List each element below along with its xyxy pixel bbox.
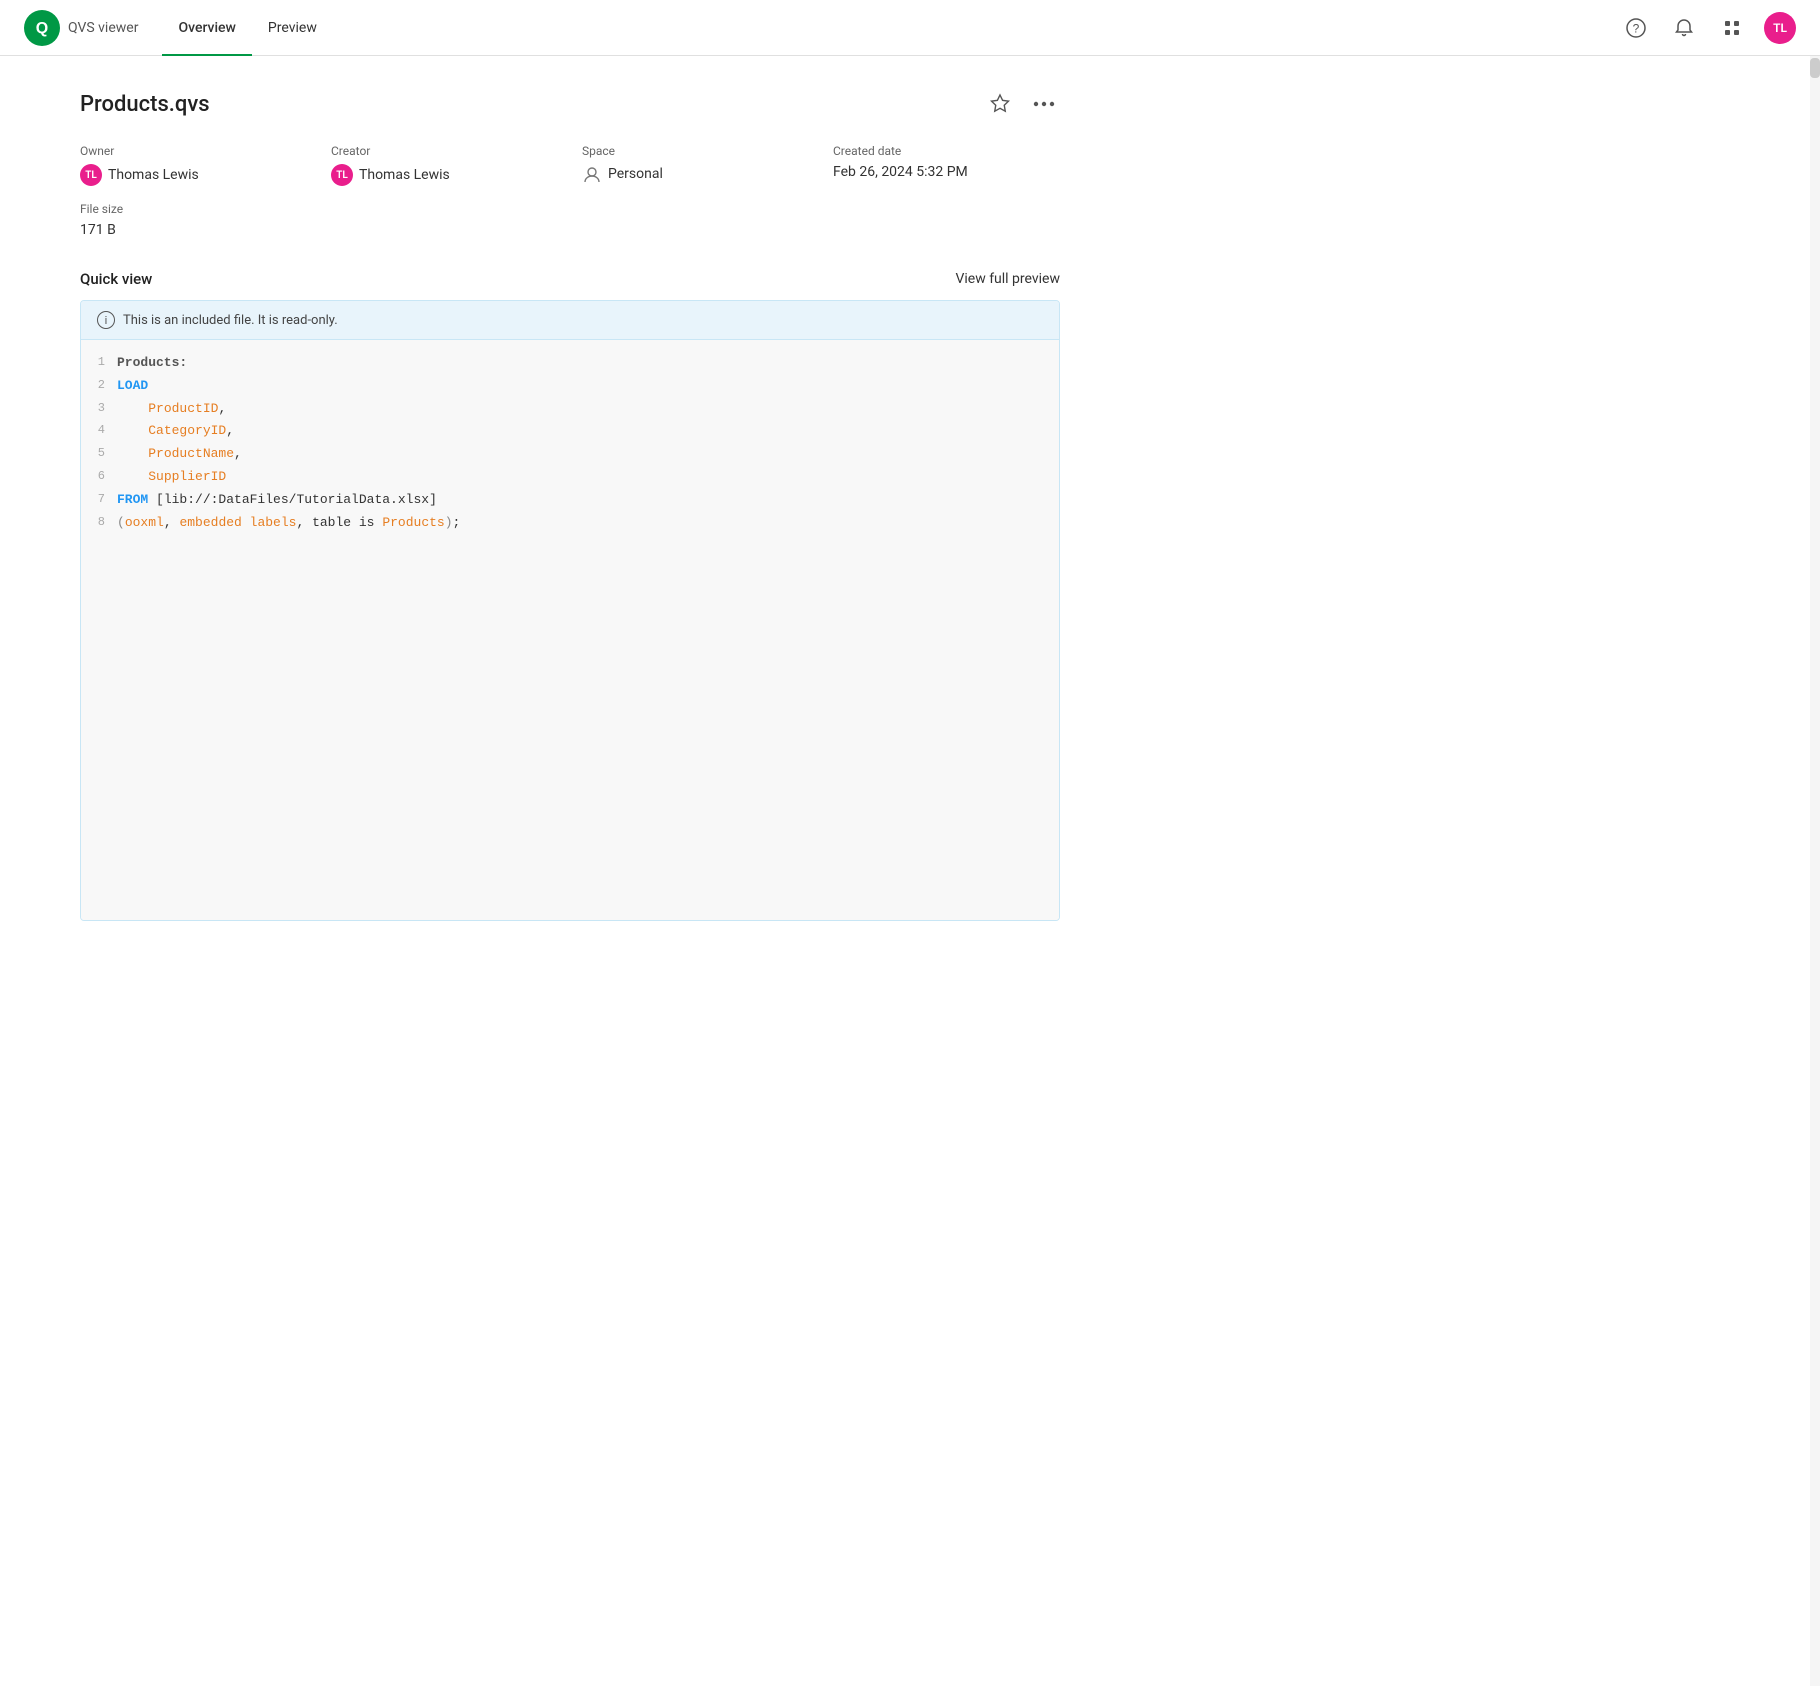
more-options-button[interactable] [1028,88,1060,120]
metadata-grid: Owner TL Thomas Lewis Creator TL Thomas … [80,144,1060,186]
title-row: Products.qvs [80,88,1060,120]
scrollbar-thumb[interactable] [1810,58,1820,78]
line-num-7: 7 [81,490,117,509]
code-line-4: 4 CategoryID, [81,420,1059,443]
code-line-7: 7 FROM [lib://:DataFiles/TutorialData.xl… [81,489,1059,512]
space-value: Personal [582,164,809,184]
meta-created: Created date Feb 26, 2024 5:32 PM [833,144,1060,186]
logo-area: Q QVS viewer [24,10,138,46]
meta-owner: Owner TL Thomas Lewis [80,144,307,186]
readonly-banner: i This is an included file. It is read-o… [81,301,1059,340]
space-name: Personal [608,166,663,182]
star-button[interactable] [984,88,1016,120]
meta-creator: Creator TL Thomas Lewis [331,144,558,186]
svg-text:?: ? [1633,21,1640,35]
help-button[interactable]: ? [1620,12,1652,44]
view-full-preview-link[interactable]: View full preview [955,271,1060,287]
qlik-logo-icon: Q [24,10,60,46]
owner-label: Owner [80,144,307,158]
meta-space: Space Personal [582,144,809,186]
line-num-2: 2 [81,376,117,395]
star-icon [989,93,1011,115]
line-content-7: FROM [lib://:DataFiles/TutorialData.xlsx… [117,490,1059,511]
code-line-6: 6 SupplierID [81,466,1059,489]
line-num-4: 4 [81,421,117,440]
code-viewer: i This is an included file. It is read-o… [80,300,1060,921]
created-value: Feb 26, 2024 5:32 PM [833,164,1060,180]
code-line-8: 8 (ooxml, embedded labels, table is Prod… [81,512,1059,535]
app-header: Q QVS viewer Overview Preview ? [0,0,1820,56]
line-content-1: Products: [117,353,1059,374]
line-content-2: LOAD [117,376,1059,397]
line-num-3: 3 [81,399,117,418]
more-icon [1033,101,1055,107]
created-label: Created date [833,144,1060,158]
creator-avatar: TL [331,164,353,186]
line-content-6: SupplierID [117,467,1059,488]
help-icon: ? [1626,18,1646,38]
grid-menu-button[interactable] [1716,12,1748,44]
line-num-8: 8 [81,513,117,532]
code-line-3: 3 ProductID, [81,398,1059,421]
tab-overview[interactable]: Overview [162,0,251,56]
code-line-5: 5 ProductName, [81,443,1059,466]
notifications-button[interactable] [1668,12,1700,44]
line-num-1: 1 [81,353,117,372]
readonly-text: This is an included file. It is read-onl… [123,313,338,328]
file-size-section: File size 171 B [80,202,1060,238]
owner-avatar: TL [80,164,102,186]
filesize-text: 171 B [80,222,116,238]
grid-icon [1722,18,1742,38]
quick-view-label: Quick view [80,270,152,288]
filesize-value: 171 B [80,222,1060,238]
line-content-4: CategoryID, [117,421,1059,442]
page-title: Products.qvs [80,92,210,117]
title-actions [984,88,1060,120]
line-num-5: 5 [81,444,117,463]
user-avatar[interactable]: TL [1764,12,1796,44]
owner-value: TL Thomas Lewis [80,164,307,186]
code-area: 1 Products: 2 LOAD 3 ProductID, 4 Catego… [81,340,1059,920]
header-icon-group: ? TL [1620,12,1796,44]
line-num-6: 6 [81,467,117,486]
tab-preview[interactable]: Preview [252,0,333,56]
code-line-2: 2 LOAD [81,375,1059,398]
scrollbar-track[interactable] [1810,56,1820,1686]
app-name-label: QVS viewer [68,20,138,36]
info-icon: i [97,311,115,329]
main-nav: Overview Preview [162,0,332,55]
owner-name: Thomas Lewis [108,167,199,183]
space-icon [582,164,602,184]
svg-text:Q: Q [36,20,48,37]
line-content-5: ProductName, [117,444,1059,465]
filesize-label: File size [80,202,1060,216]
created-date: Feb 26, 2024 5:32 PM [833,164,968,180]
bell-icon [1674,18,1694,38]
creator-label: Creator [331,144,558,158]
line-content-8: (ooxml, embedded labels, table is Produc… [117,513,1059,534]
line-content-3: ProductID, [117,399,1059,420]
creator-value: TL Thomas Lewis [331,164,558,186]
space-label: Space [582,144,809,158]
code-line-1: 1 Products: [81,352,1059,375]
creator-name: Thomas Lewis [359,167,450,183]
main-content: Products.qvs Owner TL Thomas Lewi [0,56,1140,953]
quick-view-header: Quick view View full preview [80,270,1060,288]
